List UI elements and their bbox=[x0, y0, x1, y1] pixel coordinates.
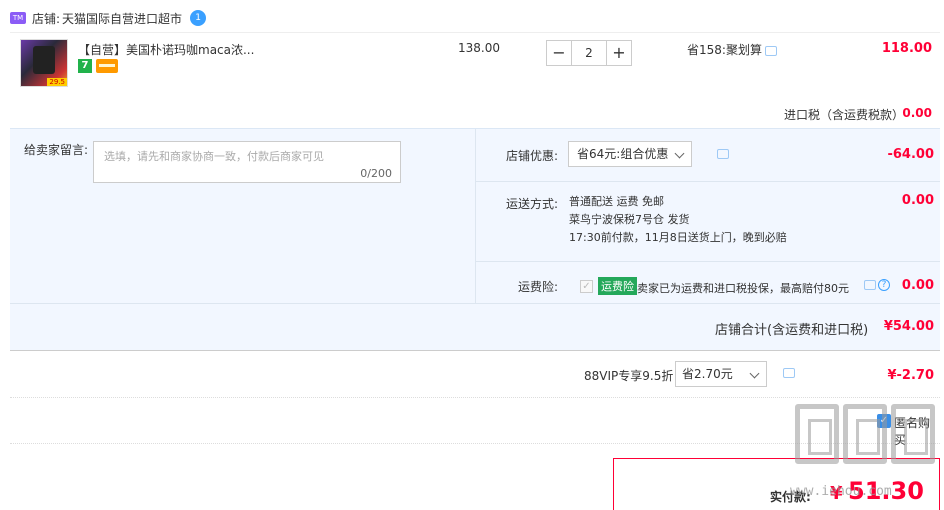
message-char-counter: 0/200 bbox=[360, 167, 392, 180]
comment-icon[interactable] bbox=[717, 149, 729, 159]
vip-discount-value: ¥-2.70 bbox=[887, 368, 934, 383]
thumbnail-price-tag: 29.5 bbox=[47, 78, 67, 86]
quantity-input[interactable]: 2 bbox=[572, 40, 606, 66]
saving-label: 省158:聚划算 bbox=[687, 43, 762, 57]
comment-icon[interactable] bbox=[783, 368, 795, 378]
shipping-label: 运送方式: bbox=[505, 197, 558, 211]
insurance-description: 卖家已为运费和进口税投保，最高赔付80元 bbox=[637, 282, 849, 295]
order-options-panel: 给卖家留言: 选填，请先和商家协商一致，付款后商家可见 0/200 店铺优惠: … bbox=[10, 128, 940, 350]
separator bbox=[10, 303, 940, 304]
chevron-down-icon bbox=[674, 148, 685, 159]
watermark-glyph bbox=[795, 404, 839, 464]
watermark-glyph bbox=[843, 404, 887, 464]
shop-name-link[interactable]: 天猫国际自营进口超市 bbox=[62, 10, 182, 27]
watermark-url: www.iehou.com bbox=[790, 484, 892, 499]
vip-discount-row: 88VIP专享9.5折 省2.70元 ¥-2.70 bbox=[10, 350, 940, 398]
shop-discount-selected: 省64元:组合优惠 bbox=[577, 147, 669, 161]
insurance-value: 0.00 bbox=[901, 278, 934, 293]
item-total-price: 118.00 bbox=[881, 41, 932, 56]
shipping-eta: 17:30前付款，11月8日送货上门，晚到必赔 bbox=[569, 231, 787, 244]
watermark-glyph bbox=[891, 404, 935, 464]
shop-discount-label: 店铺优惠: bbox=[505, 149, 558, 163]
watermark-logo bbox=[795, 404, 935, 464]
shipping-details: 普通配送 运费 免邮 菜鸟宁波保税7号仓 发货 17:30前付款，11月8日送货… bbox=[569, 193, 787, 247]
comment-icon[interactable] bbox=[864, 280, 876, 290]
separator bbox=[476, 261, 940, 262]
import-tax-label: 进口税（含运费税款） bbox=[784, 108, 905, 122]
product-title-link[interactable]: 【自营】美国朴诺玛咖maca浓... bbox=[78, 41, 254, 58]
shop-total-label: 店铺合计(含运费和进口税) bbox=[715, 323, 869, 338]
insurance-checkbox[interactable]: ✓ bbox=[580, 280, 593, 293]
bottle-image bbox=[33, 46, 55, 74]
shop-label: 店铺: bbox=[32, 11, 61, 26]
chevron-down-icon bbox=[749, 368, 760, 379]
shipping-value: 0.00 bbox=[901, 193, 934, 208]
order-settings: 店铺优惠: 省64元:组合优惠 -64.00 运送方式: 普通配送 运费 免邮 … bbox=[476, 129, 940, 303]
credit-card-icon bbox=[96, 59, 118, 73]
seller-message-label: 给卖家留言: bbox=[24, 143, 89, 157]
vip-discount-select[interactable]: 省2.70元 bbox=[675, 361, 767, 387]
increase-quantity-button[interactable]: + bbox=[606, 40, 632, 66]
quantity-stepper: − 2 + bbox=[546, 40, 632, 66]
shop-discount-value: -64.00 bbox=[887, 147, 934, 162]
vip-discount-selected: 省2.70元 bbox=[682, 367, 733, 381]
shop-header: TM 店铺: 天猫国际自营进口超市 1 bbox=[10, 8, 207, 28]
seven-day-return-icon: 7 bbox=[78, 59, 92, 73]
help-icon[interactable]: ? bbox=[878, 279, 890, 291]
shop-discount-select[interactable]: 省64元:组合优惠 bbox=[568, 141, 692, 167]
shop-total-value: ¥54.00 bbox=[883, 319, 934, 334]
comment-icon[interactable] bbox=[765, 46, 777, 56]
separator bbox=[476, 181, 940, 182]
unit-price: 138.00 bbox=[458, 41, 500, 55]
decrease-quantity-button[interactable]: − bbox=[546, 40, 572, 66]
shipping-method: 普通配送 运费 免邮 bbox=[569, 195, 664, 208]
product-badges: 7 bbox=[78, 59, 118, 73]
shipping-insurance-label: 运费险: bbox=[517, 280, 558, 294]
order-item: 29.5 【自营】美国朴诺玛咖maca浓... 7 138.00 − 2 + 省… bbox=[10, 32, 940, 128]
message-placeholder: 选填，请先和商家协商一致，付款后商家可见 bbox=[104, 150, 324, 163]
import-tax-value: 0.00 bbox=[902, 106, 932, 120]
seller-message-input[interactable]: 选填，请先和商家协商一致，付款后商家可见 0/200 bbox=[93, 141, 401, 183]
insurance-badge: 运费险 bbox=[598, 277, 637, 295]
tmall-shop-icon: TM bbox=[10, 12, 26, 24]
product-thumbnail[interactable]: 29.5 bbox=[20, 39, 68, 87]
shipping-warehouse: 菜鸟宁波保税7号仓 发货 bbox=[569, 213, 690, 226]
chat-icon[interactable]: 1 bbox=[190, 10, 207, 26]
vip-discount-label: 88VIP专享9.5折 bbox=[584, 369, 674, 383]
